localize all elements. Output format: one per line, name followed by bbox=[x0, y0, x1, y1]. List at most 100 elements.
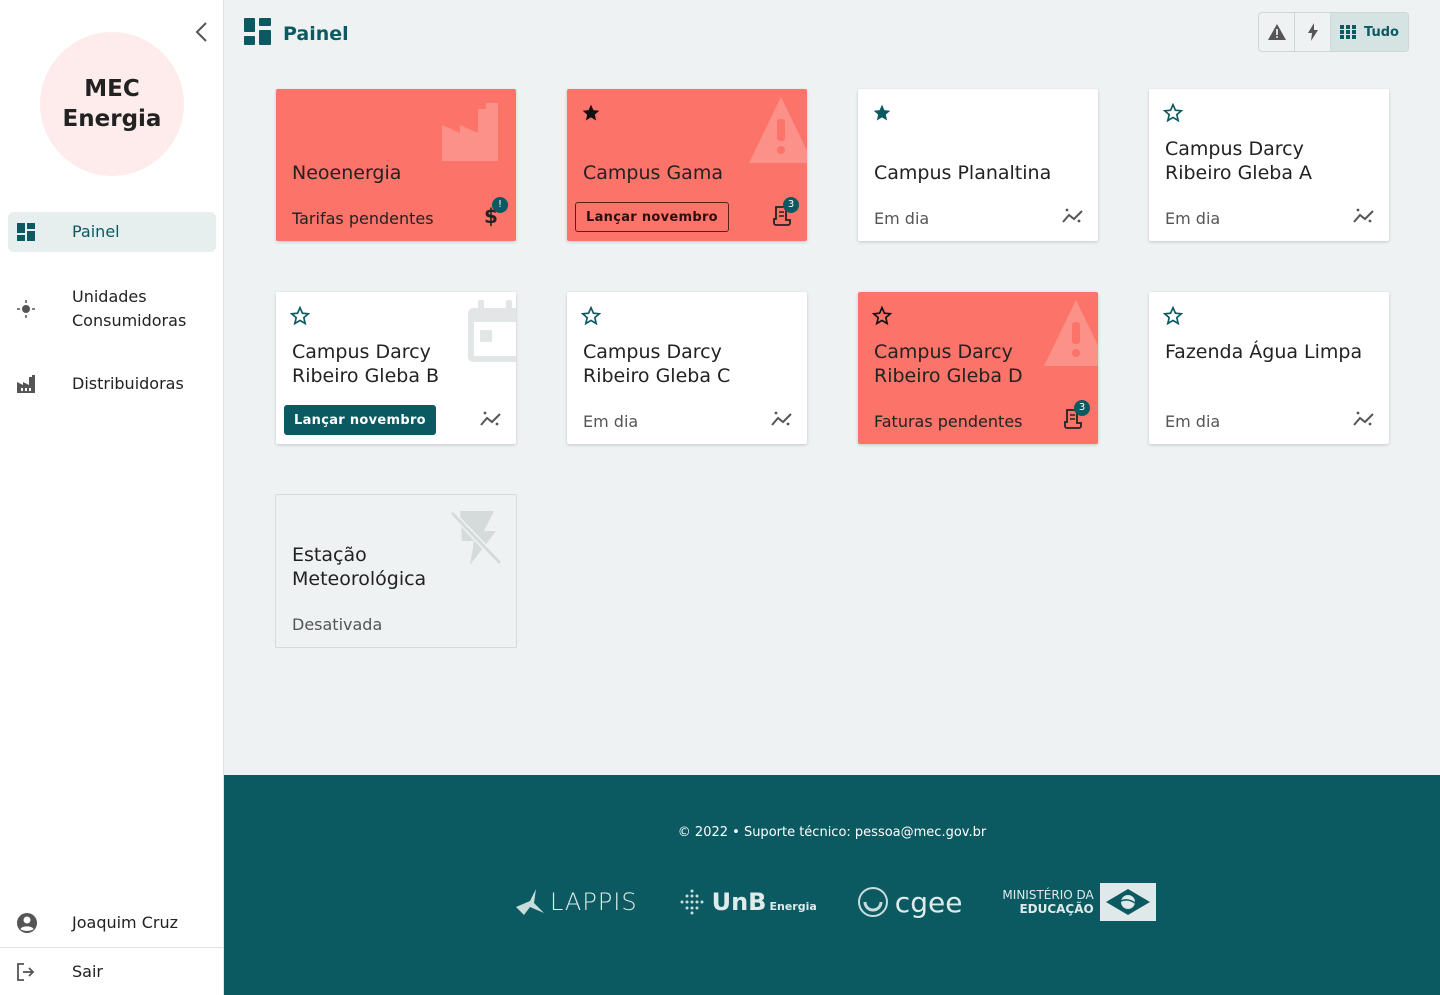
unb-subtext: Energia bbox=[769, 900, 817, 913]
collapse-sidebar-button[interactable] bbox=[188, 18, 214, 46]
insights-action-button[interactable] bbox=[769, 406, 795, 432]
insights-action-button[interactable] bbox=[1351, 203, 1377, 229]
insights-action-button[interactable] bbox=[1351, 406, 1377, 432]
insights-icon bbox=[1062, 208, 1083, 223]
unb-diamond-icon bbox=[680, 889, 704, 915]
consumer-unit-card[interactable]: Campus Gama Lançar novembro 3 bbox=[567, 89, 807, 241]
insights-icon bbox=[480, 411, 501, 426]
sidebar-item-label: Painel bbox=[72, 222, 120, 241]
card-status: Desativada bbox=[292, 615, 383, 634]
lappis-bird-icon bbox=[516, 889, 544, 915]
cgee-logo: cgee bbox=[857, 885, 963, 919]
footer-copyright: © 2022 • Suporte técnico: pessoa@mec.gov… bbox=[677, 825, 987, 840]
chevron-left-icon bbox=[195, 22, 207, 42]
lappis-logo: LAPPIS bbox=[516, 888, 638, 916]
account-circle-icon bbox=[16, 912, 56, 934]
consumer-unit-card[interactable]: Neoenergia Tarifas pendentes $ ! bbox=[276, 89, 516, 241]
card-name: Campus Planaltina bbox=[874, 162, 1052, 184]
card-name: Neoenergia bbox=[292, 162, 402, 184]
sidebar-item-unidades[interactable]: Unidades Consumidoras bbox=[8, 284, 216, 334]
logout-label: Sair bbox=[72, 962, 103, 981]
consumer-unit-card[interactable]: Fazenda Água Limpa Em dia bbox=[1149, 292, 1389, 444]
dashboard-icon bbox=[244, 18, 271, 49]
warning-icon bbox=[749, 95, 807, 169]
card-status: Em dia bbox=[583, 412, 639, 431]
card-name: Campus Darcy Ribeiro Gleba B bbox=[292, 341, 440, 387]
card-status: Em dia bbox=[1165, 209, 1221, 228]
launch-invoice-button[interactable]: Lançar novembro bbox=[575, 202, 729, 232]
brand-line-2: Energia bbox=[62, 106, 162, 132]
warning-icon bbox=[1267, 24, 1286, 40]
factory-icon bbox=[442, 101, 502, 165]
favorite-star-icon[interactable] bbox=[581, 103, 601, 123]
consumer-unit-card[interactable]: Campus Darcy Ribeiro Gleba C Em dia bbox=[567, 292, 807, 444]
factory-icon bbox=[16, 374, 56, 394]
user-name: Joaquim Cruz bbox=[72, 913, 179, 932]
insights-icon bbox=[1353, 208, 1374, 223]
logout-button[interactable]: Sair bbox=[8, 956, 216, 988]
unb-logo: UnB Energia bbox=[678, 888, 817, 916]
favorite-star-outline-icon[interactable] bbox=[871, 305, 893, 326]
invoices-action-button[interactable]: 3 bbox=[1060, 400, 1090, 432]
page-header: Painel bbox=[244, 18, 349, 49]
sidebar-item-painel[interactable]: Painel bbox=[8, 212, 216, 252]
card-status: Tarifas pendentes bbox=[292, 209, 434, 228]
brand-logo: MEC Energia bbox=[40, 32, 184, 176]
consumer-unit-card-disabled[interactable]: Estação Meteorológica Desativada bbox=[275, 494, 517, 648]
grid-icon bbox=[1340, 25, 1357, 39]
footer: © 2022 • Suporte técnico: pessoa@mec.gov… bbox=[224, 775, 1440, 995]
unb-text: UnB bbox=[711, 888, 767, 916]
card-name: Campus Gama bbox=[583, 162, 723, 184]
favorite-star-outline-icon[interactable] bbox=[289, 305, 311, 326]
mec-text-line-2: EDUCAÇÃO bbox=[1019, 902, 1094, 916]
brazil-flag-icon bbox=[1099, 883, 1156, 921]
card-name: Campus Darcy Ribeiro Gleba C bbox=[583, 341, 731, 387]
insights-icon bbox=[1353, 411, 1374, 426]
divider bbox=[0, 947, 224, 948]
lappis-text: LAPPIS bbox=[550, 888, 638, 916]
insights-action-button[interactable] bbox=[1060, 203, 1086, 229]
filter-all-button[interactable]: Tudo bbox=[1331, 13, 1408, 51]
badge-count: 3 bbox=[783, 197, 799, 213]
lightbulb-icon bbox=[16, 299, 56, 319]
rates-action-button[interactable]: $ ! bbox=[478, 197, 508, 229]
filter-active-button[interactable] bbox=[1295, 13, 1331, 51]
badge-count: ! bbox=[492, 197, 508, 213]
consumer-unit-card[interactable]: Campus Darcy Ribeiro Gleba A Em dia bbox=[1149, 89, 1389, 241]
sidebar-item-label: Unidades Consumidoras bbox=[72, 287, 187, 330]
mec-text-line-1: MINISTÉRIO DA bbox=[1002, 888, 1094, 902]
sidebar-item-distribuidoras[interactable]: Distribuidoras bbox=[8, 368, 216, 400]
badge-count: 3 bbox=[1074, 400, 1090, 416]
consumer-unit-card[interactable]: Campus Darcy Ribeiro Gleba D Faturas pen… bbox=[858, 292, 1098, 444]
user-menu[interactable]: Joaquim Cruz bbox=[8, 907, 216, 939]
cgee-text: cgee bbox=[894, 885, 963, 919]
card-status: Em dia bbox=[874, 209, 930, 228]
card-name: Campus Darcy Ribeiro Gleba D bbox=[874, 341, 1023, 387]
card-status: Faturas pendentes bbox=[874, 412, 1023, 431]
consumer-unit-card[interactable]: Campus Darcy Ribeiro Gleba B Lançar nove… bbox=[276, 292, 516, 444]
sidebar-item-label: Distribuidoras bbox=[72, 374, 184, 393]
favorite-star-outline-icon[interactable] bbox=[1162, 305, 1184, 326]
brand-line-1: MEC bbox=[84, 76, 140, 102]
cgee-circle-icon bbox=[857, 887, 888, 917]
logout-icon bbox=[16, 962, 56, 982]
launch-invoice-button[interactable]: Lançar novembro bbox=[284, 405, 436, 435]
invoices-action-button[interactable]: 3 bbox=[769, 197, 799, 229]
insights-action-button[interactable] bbox=[478, 406, 504, 432]
card-name: Estação Meteorológica bbox=[292, 544, 427, 590]
favorite-star-icon[interactable] bbox=[872, 103, 892, 123]
favorite-star-outline-icon[interactable] bbox=[1162, 102, 1184, 123]
card-filter-group: Tudo bbox=[1258, 12, 1409, 52]
card-status: Em dia bbox=[1165, 412, 1221, 431]
insights-icon bbox=[771, 411, 792, 426]
dashboard-icon bbox=[16, 222, 56, 242]
partner-logos: LAPPIS UnB Energia cgee MINISTÉRIO DA EDUC… bbox=[516, 883, 1156, 921]
filter-pending-button[interactable] bbox=[1259, 13, 1295, 51]
card-name: Fazenda Água Limpa bbox=[1165, 341, 1363, 363]
page-title: Painel bbox=[283, 22, 349, 45]
favorite-star-outline-icon[interactable] bbox=[580, 305, 602, 326]
consumer-unit-card[interactable]: Campus Planaltina Em dia bbox=[858, 89, 1098, 241]
sidebar: MEC Energia Painel Unidades Consumidoras … bbox=[0, 0, 224, 995]
filter-all-label: Tudo bbox=[1364, 24, 1399, 40]
card-name: Campus Darcy Ribeiro Gleba A bbox=[1165, 138, 1312, 184]
